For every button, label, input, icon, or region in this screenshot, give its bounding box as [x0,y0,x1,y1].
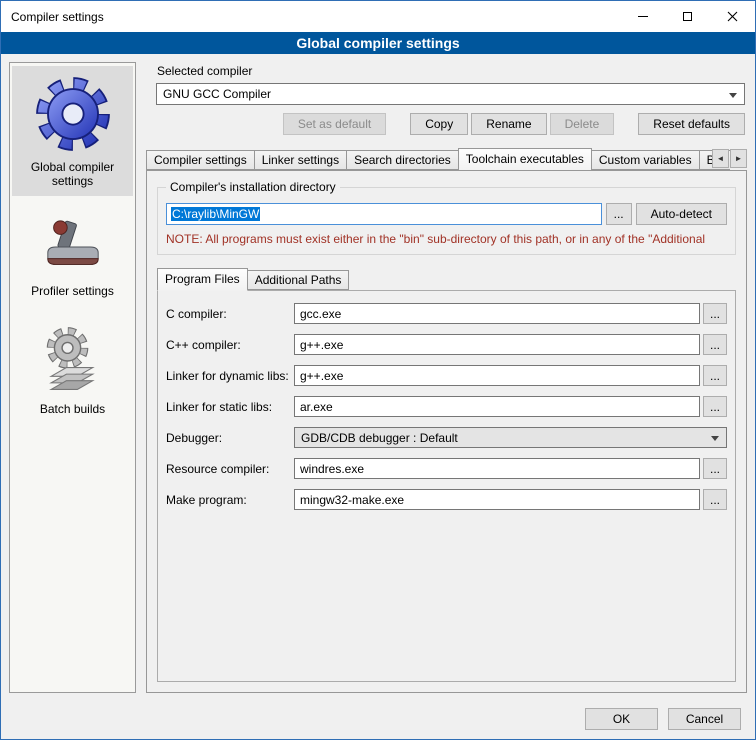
dynamic-linker-input[interactable]: g++.exe [294,365,700,386]
static-linker-input[interactable]: ar.exe [294,396,700,417]
minimize-icon [638,16,648,17]
close-button[interactable] [710,1,755,32]
reset-defaults-button[interactable]: Reset defaults [638,113,745,135]
static-linker-value: ar.exe [300,400,333,414]
debugger-select[interactable]: GDB/CDB debugger : Default [294,427,727,448]
c-compiler-input[interactable]: gcc.exe [294,303,700,324]
resource-compiler-label: Resource compiler: [166,462,294,476]
make-program-browse-button[interactable]: ... [703,489,727,510]
tab-toolchain-executables[interactable]: Toolchain executables [458,148,592,170]
make-program-input[interactable]: mingw32-make.exe [294,489,700,510]
tab-custom-variables[interactable]: Custom variables [591,150,700,170]
selected-compiler-label: Selected compiler [157,64,745,78]
gear-blue-icon [33,74,113,154]
dialog-footer: OK Cancel [1,701,755,739]
auto-detect-button[interactable]: Auto-detect [636,203,727,225]
cpp-compiler-input[interactable]: g++.exe [294,334,700,355]
c-compiler-row: C compiler: gcc.exe ... [166,303,727,324]
sidebar-item-global-compiler-settings[interactable]: Global compiler settings [12,66,133,196]
debugger-value: GDB/CDB debugger : Default [301,431,458,445]
installation-directory-groupbox: Compiler's installation directory C:\ray… [157,187,736,255]
cpp-compiler-browse-button[interactable]: ... [703,334,727,355]
toolchain-executables-panel: Compiler's installation directory C:\ray… [146,170,747,693]
compiler-settings-window: Compiler settings Global compiler settin… [0,0,756,740]
rename-button[interactable]: Rename [471,113,546,135]
resource-compiler-browse-button[interactable]: ... [703,458,727,479]
resource-compiler-input[interactable]: windres.exe [294,458,700,479]
tab-compiler-settings[interactable]: Compiler settings [146,150,255,170]
cpp-compiler-label: C++ compiler: [166,338,294,352]
compiler-combobox[interactable]: GNU GCC Compiler [156,83,745,105]
static-linker-row: Linker for static libs: ar.exe ... [166,396,727,417]
compiler-combobox-value: GNU GCC Compiler [163,87,271,101]
tab-additional-paths[interactable]: Additional Paths [247,270,350,290]
compiler-buttons-row: Set as default Copy Rename Delete Reset … [156,113,745,135]
installation-directory-selected-text: C:\raylib\MinGW [171,207,260,221]
static-linker-label: Linker for static libs: [166,400,294,414]
tab-program-files[interactable]: Program Files [157,268,248,291]
main-panel: Selected compiler GNU GCC Compiler Set a… [146,62,747,693]
delete-button[interactable]: Delete [550,113,615,135]
make-program-label: Make program: [166,493,294,507]
program-files-panel: C compiler: gcc.exe ... C++ compiler: g+… [157,290,736,682]
titlebar: Compiler settings [1,1,755,32]
dynamic-linker-label: Linker for dynamic libs: [166,369,294,383]
sidebar-item-label: Profiler settings [14,284,131,298]
copy-button[interactable]: Copy [410,113,468,135]
tab-search-directories[interactable]: Search directories [346,150,459,170]
dynamic-linker-row: Linker for dynamic libs: g++.exe ... [166,365,727,386]
dynamic-linker-value: g++.exe [300,369,343,383]
set-as-default-button[interactable]: Set as default [283,113,386,135]
compiler-select-section: Selected compiler GNU GCC Compiler Set a… [156,62,745,135]
dialog-header: Global compiler settings [1,32,755,54]
maximize-button[interactable] [665,1,710,32]
arrow-left-icon: ◄ [717,154,725,163]
gear-stack-icon [37,326,109,396]
make-program-row: Make program: mingw32-make.exe ... [166,489,727,510]
bin-subdirectory-note: NOTE: All programs must exist either in … [166,232,727,246]
debugger-label: Debugger: [166,431,294,445]
window-title: Compiler settings [1,10,620,24]
sidebar-item-label: Batch builds [14,402,131,416]
tab-scroll-buttons: ◄ ► [711,149,747,168]
minimize-button[interactable] [620,1,665,32]
resource-compiler-row: Resource compiler: windres.exe ... [166,458,727,479]
dynamic-linker-browse-button[interactable]: ... [703,365,727,386]
sidebar-item-profiler-settings[interactable]: Profiler settings [12,208,133,306]
maximize-icon [683,12,692,21]
debugger-row: Debugger: GDB/CDB debugger : Default [166,427,727,448]
dialog-body: Global compiler settings Profiler settin… [1,54,755,701]
installation-directory-input[interactable]: C:\raylib\MinGW [166,203,602,225]
resource-compiler-value: windres.exe [300,462,364,476]
c-compiler-browse-button[interactable]: ... [703,303,727,324]
installation-directory-browse-button[interactable]: ... [606,203,632,225]
installation-directory-row: C:\raylib\MinGW ... Auto-detect [166,203,727,225]
chevron-down-icon [711,436,719,441]
make-program-value: mingw32-make.exe [300,493,404,507]
tab-scroll-right-button[interactable]: ► [730,149,747,168]
cancel-button[interactable]: Cancel [668,708,741,730]
c-compiler-value: gcc.exe [300,307,341,321]
plane-tool-icon [40,216,106,278]
settings-tab-strip: Compiler settings Linker settings Search… [146,147,747,170]
chevron-down-icon [729,93,737,98]
sidebar-item-label: Global compiler settings [14,160,131,188]
installation-directory-group-title: Compiler's installation directory [166,180,340,194]
cpp-compiler-row: C++ compiler: g++.exe ... [166,334,727,355]
arrow-right-icon: ► [735,154,743,163]
static-linker-browse-button[interactable]: ... [703,396,727,417]
tab-scroll-left-button[interactable]: ◄ [712,149,729,168]
c-compiler-label: C compiler: [166,307,294,321]
ok-button[interactable]: OK [585,708,658,730]
sidebar-item-batch-builds[interactable]: Batch builds [12,318,133,424]
program-files-tab-strip: Program Files Additional Paths [157,268,736,290]
tab-linker-settings[interactable]: Linker settings [254,150,347,170]
close-icon [727,11,738,22]
settings-category-list: Global compiler settings Profiler settin… [9,62,136,693]
cpp-compiler-value: g++.exe [300,338,343,352]
